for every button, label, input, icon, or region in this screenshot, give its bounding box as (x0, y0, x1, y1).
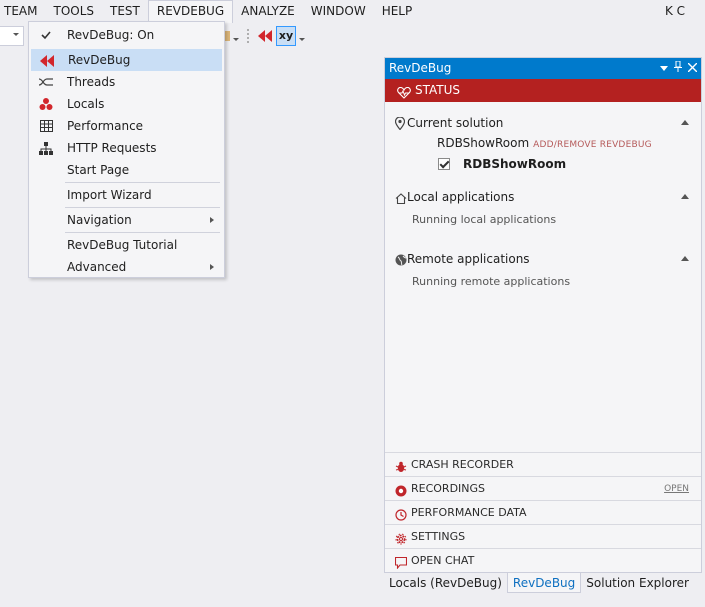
section-text: Running remote applications (412, 275, 571, 288)
menu-team[interactable]: TEAM (0, 0, 45, 22)
toolbar-combo[interactable] (0, 26, 24, 46)
submenu-arrow-icon (210, 264, 214, 270)
nav-label: OPEN CHAT (411, 554, 475, 567)
tab-solution-explorer[interactable]: Solution Explorer (581, 573, 694, 593)
hierarchy-icon (39, 141, 53, 155)
tab-locals-revdebug[interactable]: Locals (RevDeBug) (384, 573, 507, 593)
menu-item-revdebug-on[interactable]: RevDeBug: On (31, 24, 222, 46)
xy-button[interactable]: xy (276, 26, 296, 46)
project-checkbox[interactable] (438, 158, 450, 170)
home-icon (395, 190, 407, 210)
menu-analyze[interactable]: ANALYZE (233, 0, 303, 22)
panel-title: RevDeBug (389, 61, 452, 75)
collapse-caret-icon[interactable] (681, 194, 689, 199)
submenu-arrow-icon (210, 217, 214, 223)
menu-item-revdebug-tutorial[interactable]: RevDeBug Tutorial (31, 234, 222, 256)
menu-item-label: Locals (67, 97, 105, 111)
chevron-down-icon[interactable] (299, 37, 305, 41)
pin-icon[interactable] (674, 58, 682, 79)
chevron-down-icon[interactable] (660, 58, 668, 79)
revdebug-rewind-icon[interactable] (257, 29, 273, 43)
current-solution-header[interactable]: Current solution (385, 113, 701, 133)
nav-performance-data[interactable]: PERFORMANCE DATA (385, 500, 701, 524)
close-icon[interactable] (687, 58, 698, 79)
section-title: Current solution (407, 116, 504, 130)
menu-item-http-requests[interactable]: HTTP Requests (31, 137, 222, 159)
collapse-caret-icon[interactable] (681, 256, 689, 261)
tab-revdebug[interactable]: RevDeBug (506, 573, 582, 593)
menu-item-label: RevDeBug (68, 53, 131, 67)
menu-item-navigation[interactable]: Navigation (31, 209, 222, 231)
revdebug-menu: RevDeBug: On RevDeBug Threads Locals Per… (28, 21, 225, 278)
chevron-down-icon[interactable] (233, 37, 239, 41)
menu-item-label: Threads (67, 75, 116, 89)
menu-separator (65, 182, 220, 183)
menu-item-advanced[interactable]: Advanced (31, 256, 222, 278)
menu-item-threads[interactable]: Threads (31, 71, 222, 93)
threads-icon (39, 75, 53, 89)
nav-label: RECORDINGS (411, 482, 486, 495)
nav-crash-recorder[interactable]: CRASH RECORDER (385, 452, 701, 476)
menu-item-label: RevDeBug: On (67, 28, 155, 42)
menu-help[interactable]: HELP (374, 0, 421, 22)
menu-item-label: Import Wizard (67, 188, 152, 202)
current-solution-section: Current solution (385, 113, 701, 133)
status-label: STATUS (415, 83, 461, 97)
nav-open-chat[interactable]: OPEN CHAT (385, 548, 701, 572)
local-applications-section: Local applications Running local applica… (385, 187, 701, 226)
check-icon (39, 28, 53, 42)
menu-item-locals[interactable]: Locals (31, 93, 222, 115)
menu-item-label: Advanced (67, 260, 127, 274)
menu-bar: TEAM TOOLS TEST REVDEBUG ANALYZE WINDOW … (0, 0, 705, 23)
tool-window-tabs: Locals (RevDeBug) RevDeBug Solution Expl… (384, 573, 694, 593)
map-pin-icon (394, 116, 406, 136)
nav-label: SETTINGS (411, 530, 466, 543)
panel-title-bar[interactable]: RevDeBug (385, 58, 701, 79)
project-name: RDBShowRoom (463, 157, 567, 171)
chevron-down-icon (13, 33, 19, 36)
menu-revdebug[interactable]: REVDEBUG (147, 0, 234, 23)
panel-nav-list: CRASH RECORDER RECORDINGS OPEN PERFORMAN… (385, 452, 701, 572)
remote-applications-header[interactable]: Remote applications (385, 249, 701, 269)
collapse-caret-icon[interactable] (681, 120, 689, 125)
add-remove-revdebug-link[interactable]: ADD/REMOVE REVDEBUG (533, 140, 652, 150)
local-applications-header[interactable]: Local applications (385, 187, 701, 207)
nav-recordings[interactable]: RECORDINGS OPEN (385, 476, 701, 500)
revdebug-rewind-icon (40, 54, 54, 68)
menu-item-label: Navigation (67, 213, 132, 227)
menu-item-import-wizard[interactable]: Import Wizard (31, 184, 222, 206)
toolbar-grip[interactable] (246, 28, 250, 44)
solution-name: RDBShowRoom (437, 136, 530, 150)
heart-pulse-icon (397, 84, 411, 107)
menu-item-label: HTTP Requests (67, 141, 157, 155)
section-text: Running local applications (412, 213, 557, 226)
table-grid-icon (39, 119, 53, 133)
section-title: Local applications (407, 190, 515, 204)
menu-window[interactable]: WINDOW (303, 0, 374, 22)
menu-tools[interactable]: TOOLS (45, 0, 102, 22)
locals-icon (39, 97, 53, 111)
nav-label: CRASH RECORDER (411, 458, 514, 471)
open-recordings-link[interactable]: OPEN (664, 478, 689, 501)
menu-test[interactable]: TEST (102, 0, 148, 22)
revdebug-panel: RevDeBug STATUS Current solution RDBShow… (384, 57, 702, 573)
menu-separator (65, 207, 220, 208)
nav-label: PERFORMANCE DATA (411, 506, 527, 519)
menu-item-label: Start Page (67, 163, 130, 177)
menu-item-performance[interactable]: Performance (31, 115, 222, 137)
menu-item-label: RevDeBug Tutorial (67, 238, 178, 252)
globe-icon (395, 252, 407, 272)
user-initials[interactable]: K C (665, 0, 685, 22)
status-tab[interactable]: STATUS (385, 79, 701, 102)
section-title: Remote applications (407, 252, 530, 266)
menu-item-start-page[interactable]: Start Page (31, 159, 222, 181)
toolbar-group: xy (224, 24, 308, 48)
project-row: RDBShowRoom (438, 157, 566, 171)
menu-item-label: Performance (67, 119, 144, 133)
nav-settings[interactable]: SETTINGS (385, 524, 701, 548)
solution-row: RDBShowRoom ADD/REMOVE REVDEBUG (437, 136, 652, 150)
menu-item-revdebug[interactable]: RevDeBug (31, 49, 222, 71)
menu-separator (65, 232, 220, 233)
remote-applications-section: Remote applications Running remote appli… (385, 249, 701, 288)
